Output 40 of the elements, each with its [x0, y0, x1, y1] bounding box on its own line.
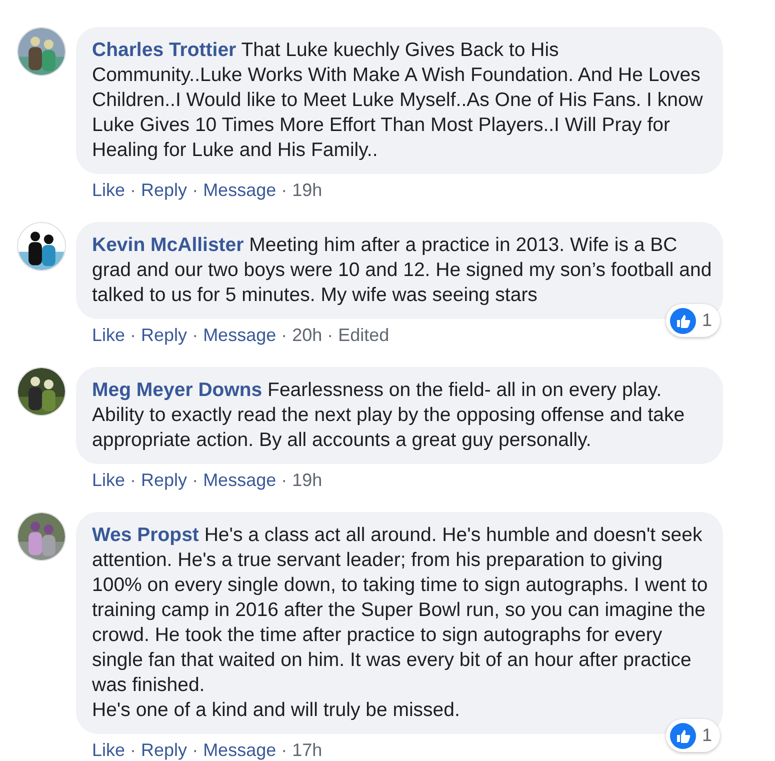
action-link[interactable]: Message: [203, 736, 276, 761]
separator-dot: ·: [129, 738, 138, 761]
action-link[interactable]: Like: [92, 176, 126, 204]
comment-text: Charles Trottier That Luke kuechly Gives Back to His Community..Luke Works With Make A Wish Foundation. And He Loves Children..I Would like to Meet Luke Myself..As One of His Fans. I know Luke Gives 10 Times More Effort Than Most Players..I Will Pray for Healing for Luke and His Family..: [92, 38, 704, 163]
author-link[interactable]: Charles Trottier: [92, 39, 236, 61]
thumbs-up-icon: [670, 308, 696, 334]
comment-text: Meg Meyer Downs Fearlessness on the field- all in on every play. Ability to exactly read the next play by the opposing offense and take appropriate action. By all accounts a great guy personally.: [92, 378, 686, 453]
action-link[interactable]: Reply: [141, 176, 188, 204]
separator-dot: ·: [326, 324, 334, 346]
timestamp[interactable]: 20h: [292, 322, 322, 348]
author-link[interactable]: Wes Propst: [92, 524, 199, 546]
separator-dot: ·: [280, 324, 288, 346]
timestamp[interactable]: 19h: [292, 466, 322, 494]
action-link[interactable]: Message: [203, 466, 276, 494]
action-link[interactable]: Like: [92, 322, 126, 348]
action-link[interactable]: Reply: [141, 322, 188, 348]
separator-dot: ·: [280, 178, 288, 202]
action-link[interactable]: Message: [203, 176, 276, 204]
author-link[interactable]: Meg Meyer Downs: [92, 379, 262, 401]
separator-dot: ·: [191, 468, 200, 492]
action-link[interactable]: Like: [92, 466, 126, 494]
separator-dot: ·: [280, 468, 288, 492]
edited-label: Edited: [338, 324, 390, 346]
reaction-count[interactable]: 1: [666, 719, 720, 752]
separator-dot: ·: [191, 324, 200, 346]
author-link[interactable]: Kevin McAllister: [92, 234, 244, 256]
separator-dot: ·: [191, 738, 200, 761]
timestamp[interactable]: 19h: [292, 176, 322, 204]
timestamp[interactable]: 17h: [292, 736, 322, 761]
action-link[interactable]: Message: [203, 322, 276, 348]
separator-dot: ·: [129, 324, 138, 346]
reaction-count[interactable]: 1: [666, 304, 720, 337]
action-link[interactable]: Reply: [141, 736, 188, 761]
action-link[interactable]: Like: [92, 736, 126, 761]
thumbs-up-icon: [670, 722, 696, 748]
action-link[interactable]: Reply: [141, 466, 188, 494]
separator-dot: ·: [129, 178, 138, 202]
separator-dot: ·: [191, 178, 200, 202]
separator-dot: ·: [129, 468, 138, 492]
separator-dot: ·: [280, 738, 288, 761]
